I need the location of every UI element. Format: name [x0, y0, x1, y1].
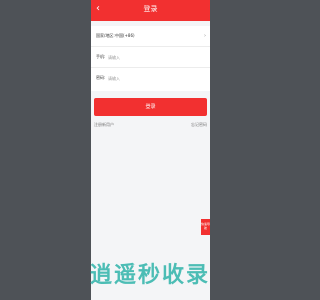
login-form: 国家/地区: 中国(+86) › 手机: 密码:	[91, 26, 210, 91]
mobile-screen: ‹ 登录 国家/地区: 中国(+86) › 手机: 密码: 登录 注册新用户 忘…	[91, 0, 210, 300]
page-title: 登录	[143, 5, 158, 13]
region-value: 中国(+86)	[115, 33, 135, 38]
header-bar: ‹ 登录	[91, 0, 210, 21]
register-link[interactable]: 注册新用户	[94, 122, 114, 128]
phone-input[interactable]	[108, 52, 198, 62]
forgot-password-link[interactable]: 忘记密码	[191, 122, 207, 128]
chevron-right-icon: ›	[204, 33, 206, 39]
phone-label: 手机:	[96, 54, 106, 59]
password-row: 密码:	[91, 68, 210, 89]
region-label: 国家/地区:	[96, 33, 115, 38]
phone-row: 手机:	[91, 47, 210, 68]
watermark-logo: 逍遥秒收录	[89, 263, 210, 288]
password-input[interactable]	[108, 73, 198, 83]
region-row[interactable]: 国家/地区: 中国(+86) ›	[91, 26, 210, 47]
password-label: 密码:	[96, 75, 106, 80]
quick-nav-tab[interactable]: 快速导航	[201, 219, 210, 235]
login-button[interactable]: 登录	[94, 98, 207, 116]
